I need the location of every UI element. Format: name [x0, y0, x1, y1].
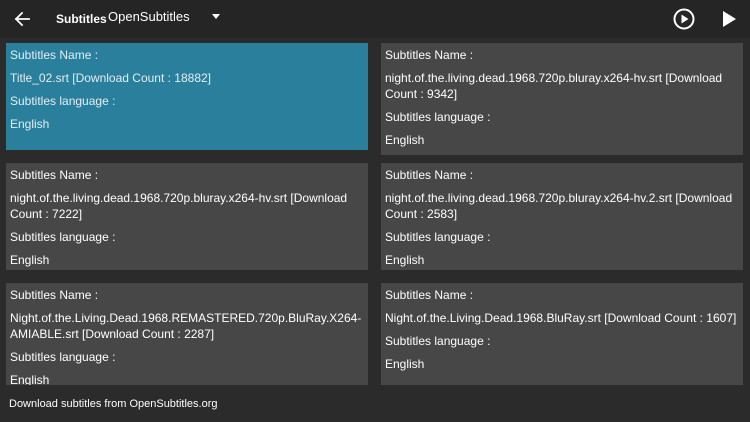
subtitle-name: night.of.the.living.dead.1968.720p.blura… — [385, 71, 723, 101]
footer-attribution: Download subtitles from OpenSubtitles.or… — [9, 398, 218, 410]
top-bar: Subtitles OpenSubtitles — [0, 0, 750, 38]
subtitle-language: English — [10, 252, 50, 267]
play-icon — [723, 11, 736, 27]
subtitle-language: English — [385, 357, 425, 371]
subtitle-language: English — [10, 372, 50, 386]
subtitle-language-label: Subtitles language : — [385, 109, 491, 124]
subtitle-result-item[interactable]: Subtitles Name : Title_02.srt [Download … — [6, 43, 368, 150]
subtitle-result-item[interactable]: Subtitles Name : night.of.the.living.dea… — [381, 163, 743, 270]
subtitle-result-item[interactable]: Subtitles Name : night.of.the.living.dea… — [381, 43, 743, 155]
chevron-down-icon — [211, 14, 220, 19]
play-preview-button[interactable] — [672, 7, 696, 31]
subtitle-result-item[interactable]: Subtitles Name : night.of.the.living.dea… — [6, 163, 368, 270]
subtitle-language-label: Subtitles language : — [10, 229, 116, 244]
play-circle-icon — [673, 8, 695, 30]
subtitle-language-label: Subtitles language : — [385, 229, 491, 244]
subtitle-name-label: Subtitles Name : — [10, 48, 99, 62]
subtitle-result-item[interactable]: Subtitles Name : Night.of.the.Living.Dea… — [6, 283, 368, 385]
subtitle-name-label: Subtitles Name : — [10, 288, 99, 302]
subtitle-language-label: Subtitles language : — [385, 334, 491, 348]
subtitle-name: night.of.the.living.dead.1968.720p.blura… — [385, 191, 733, 221]
subtitle-name: Night.of.the.Living.Dead.1968.REMASTERED… — [10, 311, 362, 341]
subtitle-name: Title_02.srt [Download Count : 18882] — [10, 71, 212, 85]
subtitle-name: night.of.the.living.dead.1968.720p.blura… — [10, 191, 348, 221]
subtitle-result-item[interactable]: Subtitles Name : Night.of.the.Living.Dea… — [381, 283, 743, 385]
source-selected-value: OpenSubtitles — [108, 9, 190, 24]
arrow-left-icon — [14, 11, 30, 27]
subtitle-language: English — [10, 117, 50, 131]
subtitle-name: Night.of.the.Living.Dead.1968.BluRay.srt… — [385, 311, 737, 325]
subtitle-language-label: Subtitles language : — [10, 94, 116, 108]
subtitle-name-label: Subtitles Name : — [385, 288, 474, 302]
page-title: Subtitles — [56, 12, 107, 26]
play-button[interactable] — [718, 8, 740, 30]
subtitle-name-label: Subtitles Name : — [10, 168, 99, 182]
subtitle-language-label: Subtitles language : — [10, 349, 116, 364]
back-button[interactable] — [10, 7, 34, 31]
subtitle-name-label: Subtitles Name : — [385, 48, 474, 62]
subtitles-results-list[interactable]: Subtitles Name : Title_02.srt [Download … — [6, 43, 744, 385]
subtitle-language: English — [385, 132, 425, 147]
subtitle-language: English — [385, 252, 425, 267]
source-dropdown[interactable]: OpenSubtitles — [108, 9, 220, 24]
subtitle-name-label: Subtitles Name : — [385, 168, 474, 182]
